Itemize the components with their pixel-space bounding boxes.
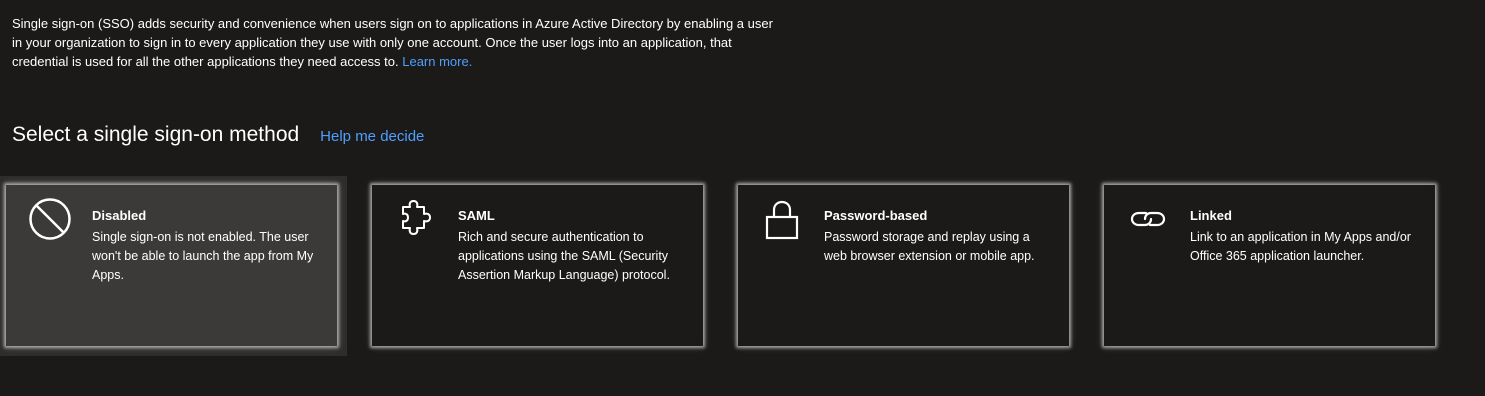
card-title: Linked	[1190, 208, 1232, 223]
card-wrap-disabled: Disabled Single sign-on is not enabled. …	[0, 176, 347, 356]
sso-intro-paragraph: Single sign-on (SSO) adds security and c…	[12, 14, 782, 71]
puzzle-piece-icon	[394, 197, 438, 241]
card-wrap-password-based: Password-based Password storage and repl…	[732, 176, 1079, 356]
card-title: Password-based	[824, 208, 928, 223]
card-wrap-linked: Linked Link to an application in My Apps…	[1098, 176, 1445, 356]
help-me-decide-link[interactable]: Help me decide	[320, 128, 424, 145]
learn-more-link[interactable]: Learn more.	[402, 54, 472, 69]
card-description: Single sign-on is not enabled. The user …	[92, 230, 314, 282]
lock-icon	[760, 197, 804, 241]
sso-method-card-saml[interactable]: SAML Rich and secure authentication to a…	[372, 185, 703, 346]
card-wrap-saml: SAML Rich and secure authentication to a…	[366, 176, 713, 356]
card-title: SAML	[458, 208, 495, 223]
section-heading-row: Select a single sign-on method Help me d…	[12, 123, 424, 147]
card-title: Disabled	[92, 208, 147, 223]
sso-method-card-password-based[interactable]: Password-based Password storage and repl…	[738, 185, 1069, 346]
sso-intro-text: Single sign-on (SSO) adds security and c…	[12, 16, 773, 69]
sso-page: Single sign-on (SSO) adds security and c…	[0, 0, 1485, 396]
sso-method-card-linked[interactable]: Linked Link to an application in My Apps…	[1104, 185, 1435, 346]
link-icon	[1126, 197, 1170, 241]
card-description: Link to an application in My Apps and/or…	[1190, 230, 1411, 263]
section-heading: Select a single sign-on method	[12, 123, 300, 146]
sso-method-card-disabled[interactable]: Disabled Single sign-on is not enabled. …	[6, 185, 337, 346]
card-description: Password storage and replay using a web …	[824, 230, 1035, 263]
sso-method-cards: Disabled Single sign-on is not enabled. …	[0, 176, 1485, 356]
disabled-icon	[28, 197, 72, 241]
card-description: Rich and secure authentication to applic…	[458, 230, 670, 282]
